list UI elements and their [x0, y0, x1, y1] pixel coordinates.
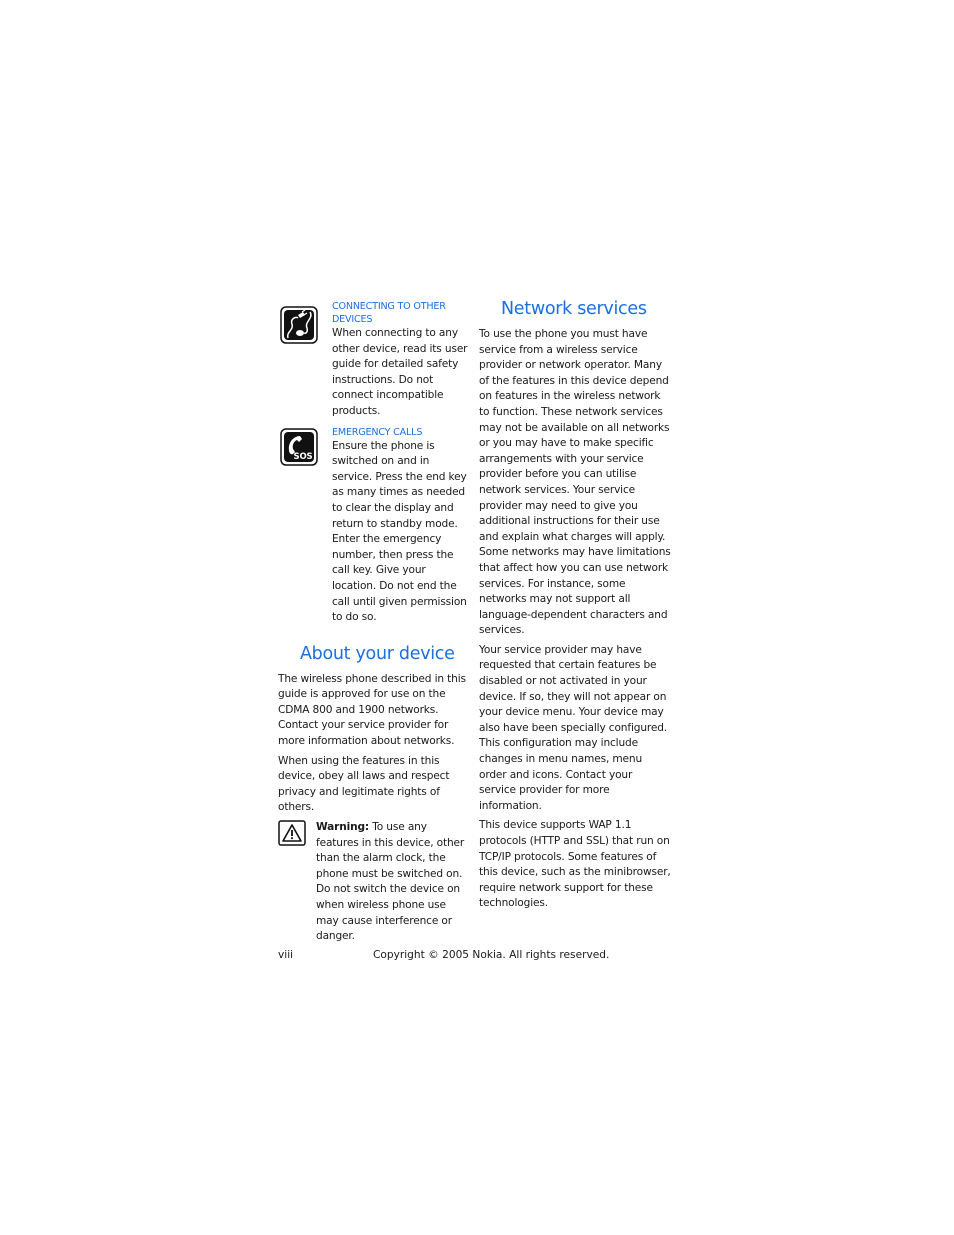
- notice-title: EMERGENCY CALLS: [332, 426, 423, 438]
- section-heading-network-services: Network services: [501, 299, 647, 319]
- emergency-calls-sos-icon: SOS: [280, 427, 318, 466]
- notice-emergency-calls: SOS EMERGENCY CALLS Ensure the phone is …: [278, 426, 468, 626]
- paragraph: Your service provider may have requested…: [479, 643, 668, 812]
- right-column: Network services To use the phone you mu…: [479, 298, 671, 916]
- paragraph: The wireless phone described in this gui…: [278, 672, 466, 748]
- warning-note: Warning: To use any features in this dev…: [278, 820, 468, 945]
- notice-body: Ensure the phone is switched on and in s…: [332, 439, 467, 624]
- left-column: CONNECTING TO OTHER DEVICES When connect…: [278, 300, 468, 945]
- notice-body: When connecting to any other device, rea…: [332, 327, 468, 417]
- copyright-notice: Copyright © 2005 Nokia. All rights reser…: [373, 949, 610, 961]
- paragraph: This device supports WAP 1.1 protocols (…: [479, 819, 671, 910]
- warning-label: Warning:: [316, 821, 370, 834]
- page-number: viii: [278, 949, 294, 961]
- connecting-devices-icon: [280, 306, 318, 344]
- svg-text:SOS: SOS: [293, 452, 312, 462]
- paragraph: When using the features in this device, …: [278, 754, 450, 814]
- notice-connecting-devices: CONNECTING TO OTHER DEVICES When connect…: [278, 300, 468, 420]
- paragraph: To use the phone you must have service f…: [479, 328, 671, 637]
- section-heading-about-device: About your device: [300, 643, 455, 664]
- warning-triangle-icon: [278, 820, 306, 846]
- manual-page: CONNECTING TO OTHER DEVICES When connect…: [0, 0, 954, 1235]
- warning-text: To use any features in this device, othe…: [316, 821, 465, 943]
- notice-title: CONNECTING TO OTHER DEVICES: [332, 301, 446, 325]
